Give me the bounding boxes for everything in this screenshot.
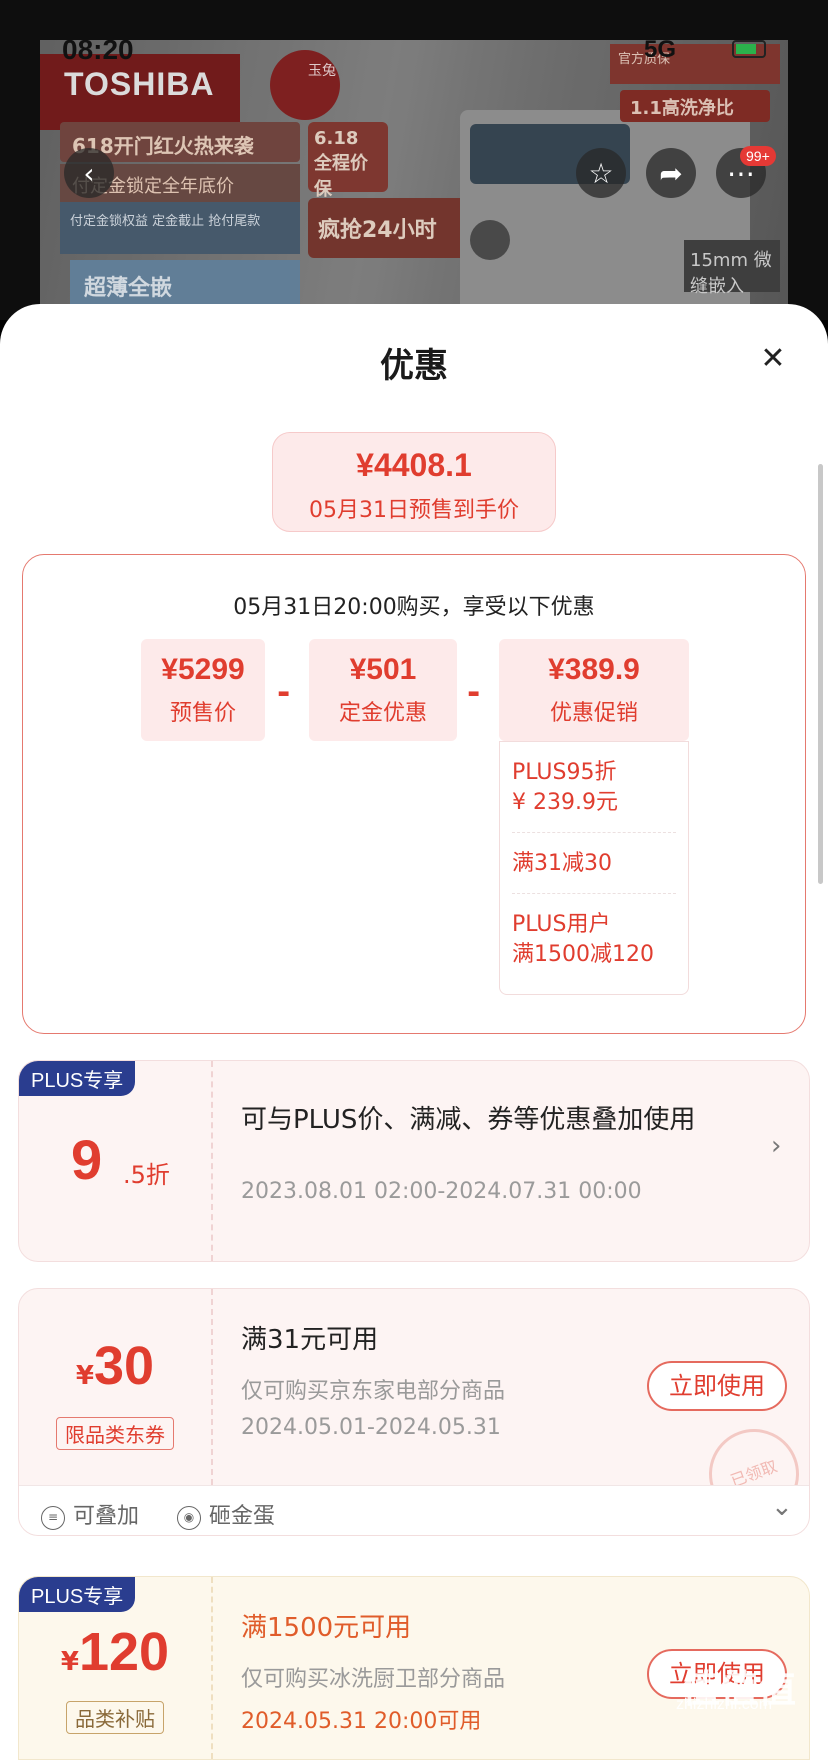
subsidy-amount: ¥120 [19,1621,211,1683]
wash-ratio-tag: 1.1高洗净比 [620,90,770,122]
promotion-value: ¥389.9 [548,653,640,686]
card-date: 2024.05.01-2024.05.31 [241,1415,501,1440]
card-date: 2023.08.01 02:00-2024.07.31 00:00 [241,1179,642,1204]
stackable-info[interactable]: ≡ 可叠加 [41,1498,139,1530]
card-title: 可与PLUS价、满减、券等优惠叠加使用 [241,1105,696,1135]
deposit-discount-box: ¥501 定金优惠 [309,639,457,741]
category-label: 品类补贴 [66,1701,164,1734]
price-breakdown: 05月31日20:00购买，享受以下优惠 ¥5299 预售价 - ¥501 定金… [22,554,806,1034]
share-button[interactable]: ➦ [646,148,696,198]
category-label-wrap: 限品类东券 [19,1417,211,1450]
promo-banner-4: 超薄全嵌 [70,260,300,310]
battery-icon [732,40,766,58]
amount-value: 120 [78,1622,170,1682]
product-hero: TOSHIBA 玉兔 618开门红火热来袭 付定金锁定全年底价 付定金锁权益 定… [0,0,828,320]
card-scope: 仅可购买冰洗厨卫部分商品 [241,1667,506,1692]
egg-icon: ◉ [177,1506,201,1530]
deposit-discount-label: 定金优惠 [338,701,427,726]
price-protect-tag: 6.18 全程价保 [308,122,388,200]
favorite-button[interactable]: ☆ [576,148,626,198]
dial [470,220,510,260]
watermark-url: zhizhizhi.com [676,1696,773,1713]
promotion-label: 优惠促销 [549,701,638,726]
plus-tag: PLUS专享 [19,1061,136,1096]
discount-sheet: 优惠 ✕ ¥4408.1 05月31日预售到手价 05月31日20:00购买，享… [0,304,828,1760]
final-price-label: 05月31日预售到手价 [309,498,519,523]
presale-price-label: 预售价 [169,701,236,726]
card-left-panel: PLUS专享 ¥120 品类补贴 [19,1577,213,1759]
chevron-left-icon: ‹ [83,156,95,190]
coupon-card-30: ¥30 限品类东券 满31元可用 仅可购买京东家电部分商品 2024.05.01… [18,1288,810,1536]
scrollbar[interactable] [818,464,823,884]
presale-price-box: ¥5299 预售价 [141,639,265,741]
promo-item-plus95: PLUS95折 ¥ 239.9元 [512,754,676,833]
discount-small: .5折 [123,1161,170,1189]
brand-logo: TOSHIBA [64,66,215,102]
plus-tag: PLUS专享 [19,1577,136,1612]
rabbit-logo: 玉兔 [270,50,340,120]
promo-item-plus-user: PLUS用户 满1500减120 [512,912,654,967]
presale-price-value: ¥5299 [161,653,245,686]
deposit-discount-value: ¥501 [349,653,417,686]
card-footer: ≡ 可叠加 ◉ 砸金蛋 ⌄ [19,1485,809,1535]
breakdown-heading: 05月31日20:00购买，享受以下优惠 [233,595,595,620]
final-price-bubble: ¥4408.1 05月31日预售到手价 [272,432,556,532]
promotion-box: ¥389.9 优惠促销 [499,639,689,741]
category-label-wrap: 品类补贴 [19,1701,211,1734]
category-label: 限品类东券 [56,1417,174,1450]
close-button[interactable]: ✕ [758,344,788,374]
golden-egg-info[interactable]: ◉ 砸金蛋 [177,1498,275,1530]
card-scope: 仅可购买京东家电部分商品 [241,1379,506,1404]
card-date: 2024.05.31 20:00可用 [241,1709,482,1734]
card-left-panel: PLUS专享 9 .5折 [19,1061,213,1261]
back-button[interactable]: ‹ [64,148,114,198]
coupon-amount: ¥30 [19,1335,211,1397]
slim-tag: 15mm 微缝嵌入 [684,240,780,297]
discount-big: 9 [71,1128,103,1191]
currency-symbol: ¥ [75,1361,94,1391]
message-badge: 99+ [740,146,776,166]
star-icon: ☆ [588,156,614,190]
network-indicator: 5G [644,36,677,63]
amount-value: 30 [94,1336,155,1396]
chevron-down-icon[interactable]: ⌄ [771,1492,793,1522]
minus-sign: - [277,673,291,711]
promotion-list: PLUS95折 ¥ 239.9元 满31减30 PLUS用户 满1500减120 [499,741,689,995]
status-time: 08:20 [62,34,134,65]
sheet-title: 优惠 [380,346,448,386]
use-now-button[interactable]: 立即使用 [647,1361,787,1411]
share-icon: ➦ [659,156,683,190]
final-price: ¥4408.1 [356,447,472,483]
promo-item-full-reduction: 满31减30 [512,845,676,894]
card-title: 满31元可用 [241,1325,379,1355]
plus-discount-card[interactable]: PLUS专享 9 .5折 可与PLUS价、满减、券等优惠叠加使用 2023.08… [18,1060,810,1262]
chevron-right-icon[interactable]: › [771,1131,781,1161]
card-left-panel: ¥30 限品类东券 [19,1289,213,1485]
close-icon: ✕ [760,341,786,376]
promo-banner-3: 付定金锁权益 定金截止 抢付尾款 [60,202,300,254]
minus-sign: - [467,673,481,711]
stack-icon: ≡ [41,1506,65,1530]
card-title: 满1500元可用 [241,1613,412,1643]
currency-symbol: ¥ [60,1647,79,1677]
